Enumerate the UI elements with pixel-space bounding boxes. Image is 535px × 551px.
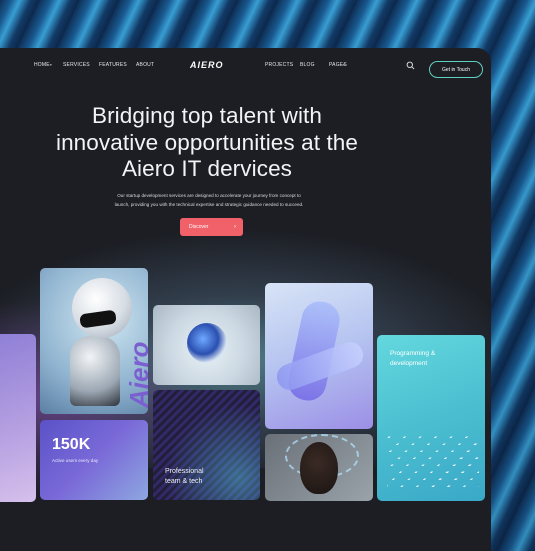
website-frame: HOME ▾ SERVICES FEATURES ABOUT AIERO PRO… [0, 48, 491, 551]
glass-orb-image [187, 323, 227, 363]
hero-subtitle-line: Our startup development services are des… [117, 193, 301, 198]
robot-brand-text: Aiero [124, 341, 148, 408]
team-title-line: Professional [165, 468, 204, 475]
stat-label: Active users every day [52, 458, 99, 463]
arrow-right-icon: › [234, 224, 236, 230]
team-title: Professional team & tech [165, 467, 235, 487]
card-programming: Programming & development [377, 335, 485, 501]
discover-button[interactable]: Discover › [180, 218, 243, 236]
card-team: Professional team & tech [153, 390, 260, 500]
hero-title-line: Aiero IT dervices [121, 156, 293, 181]
site-logo[interactable]: AIERO [190, 60, 224, 70]
chevron-down-icon: ▾ [50, 63, 52, 67]
programming-title: Programming & development [390, 349, 470, 369]
search-icon[interactable] [406, 61, 415, 70]
hero-title-line: innovative opportunities at the [55, 129, 359, 155]
nav-about[interactable]: ABOUT [136, 62, 154, 68]
stat-value: 150K [52, 436, 91, 453]
team-title-line: team & tech [165, 478, 203, 485]
nav-blog[interactable]: BLOG [300, 62, 315, 68]
card-stats: 150K Active users every day [40, 420, 148, 500]
nav-home[interactable]: HOME [34, 62, 50, 68]
card-portrait [265, 434, 373, 501]
hero-subtitle-line: launch, providing you with the technical… [114, 201, 304, 207]
dash-pattern [387, 431, 479, 487]
card-ribbon [265, 283, 373, 429]
robot-body-image [70, 336, 120, 406]
top-nav: HOME ▾ SERVICES FEATURES ABOUT AIERO PRO… [0, 56, 491, 78]
nav-services[interactable]: SERVICES [63, 62, 90, 68]
hero-section: Bridging top talent with innovative oppo… [0, 103, 414, 183]
nav-features[interactable]: FEATURES [99, 62, 127, 68]
hero-subtitle: Our startup development services are des… [84, 192, 334, 209]
get-in-touch-button[interactable]: Get in Touch [429, 61, 483, 78]
chevron-down-icon: ▾ [343, 63, 345, 67]
discover-button-label: Discover [189, 224, 209, 230]
hero-title-line: Bridging top talent with [91, 103, 323, 128]
card-left-gradient [0, 334, 36, 502]
nav-projects[interactable]: PROJECTS [265, 62, 293, 68]
hero-title: Bridging top talent with innovative oppo… [0, 103, 414, 183]
robot-head-image [72, 278, 132, 338]
portrait-image [300, 442, 338, 494]
card-robot: Aiero [40, 268, 148, 414]
card-glass-orb [153, 305, 260, 385]
programming-title-line: development [390, 360, 428, 367]
programming-title-line: Programming & [390, 350, 436, 357]
